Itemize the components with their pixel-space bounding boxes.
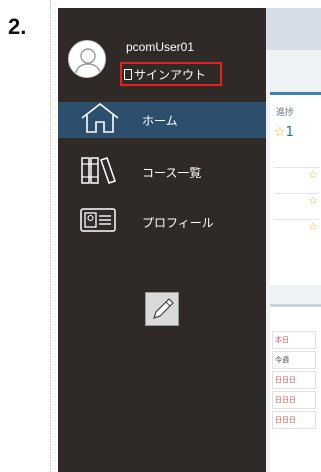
home-icon <box>78 102 122 138</box>
id-card-icon <box>78 204 122 240</box>
edit-button[interactable] <box>145 292 179 326</box>
nav-item-home[interactable]: ホーム <box>58 102 266 138</box>
list-item[interactable]: 日日日 <box>272 391 316 409</box>
schedule-list: 本日 今週 日日日 日日日 日日日 <box>270 304 321 472</box>
signout-label: サインアウト <box>134 68 207 82</box>
star-row: ☆ <box>274 193 320 213</box>
progress-card: 進捗 ☆1 ☆ ☆ ☆ <box>270 92 321 285</box>
dotted-divider <box>50 0 51 472</box>
list-item[interactable]: 本日 <box>272 331 316 349</box>
star-icon: ☆ <box>274 125 286 140</box>
phone-screen: 進捗 ☆1 ☆ ☆ ☆ 本日 今週 日日日 日日日 日日日 pcomUser01 <box>58 8 321 472</box>
background-app: 進捗 ☆1 ☆ ☆ ☆ 本日 今週 日日日 日日日 日日日 <box>266 8 321 472</box>
nav-item-course-list[interactable]: コース一覧 <box>58 154 266 190</box>
user-name: pcomUser01 <box>126 40 195 54</box>
list-item[interactable]: 日日日 <box>272 371 316 389</box>
star-row: ☆ <box>274 167 320 187</box>
books-icon <box>78 154 122 190</box>
nav-label-profile: プロフィール <box>142 215 214 230</box>
nav-item-profile[interactable]: プロフィール <box>58 204 266 240</box>
step-number: 2. <box>8 14 27 39</box>
star-row: ☆ <box>274 219 320 239</box>
side-drawer: pcomUser01 サインアウト ホーム コース一覧 プロフィール <box>58 8 266 472</box>
nav-label-course-list: コース一覧 <box>142 165 202 180</box>
signout-link[interactable]: サインアウト <box>124 66 206 83</box>
progress-card-header: 進捗 <box>276 108 295 118</box>
list-item[interactable]: 日日日 <box>272 411 316 429</box>
app-header <box>266 8 321 50</box>
progress-card-value: ☆1 <box>274 125 294 140</box>
signout-icon <box>124 69 132 80</box>
pencil-icon <box>153 298 174 319</box>
list-item[interactable]: 今週 <box>272 351 316 369</box>
nav-label-home: ホーム <box>142 113 178 128</box>
user-silhouette-icon <box>74 48 102 76</box>
avatar <box>68 40 106 78</box>
